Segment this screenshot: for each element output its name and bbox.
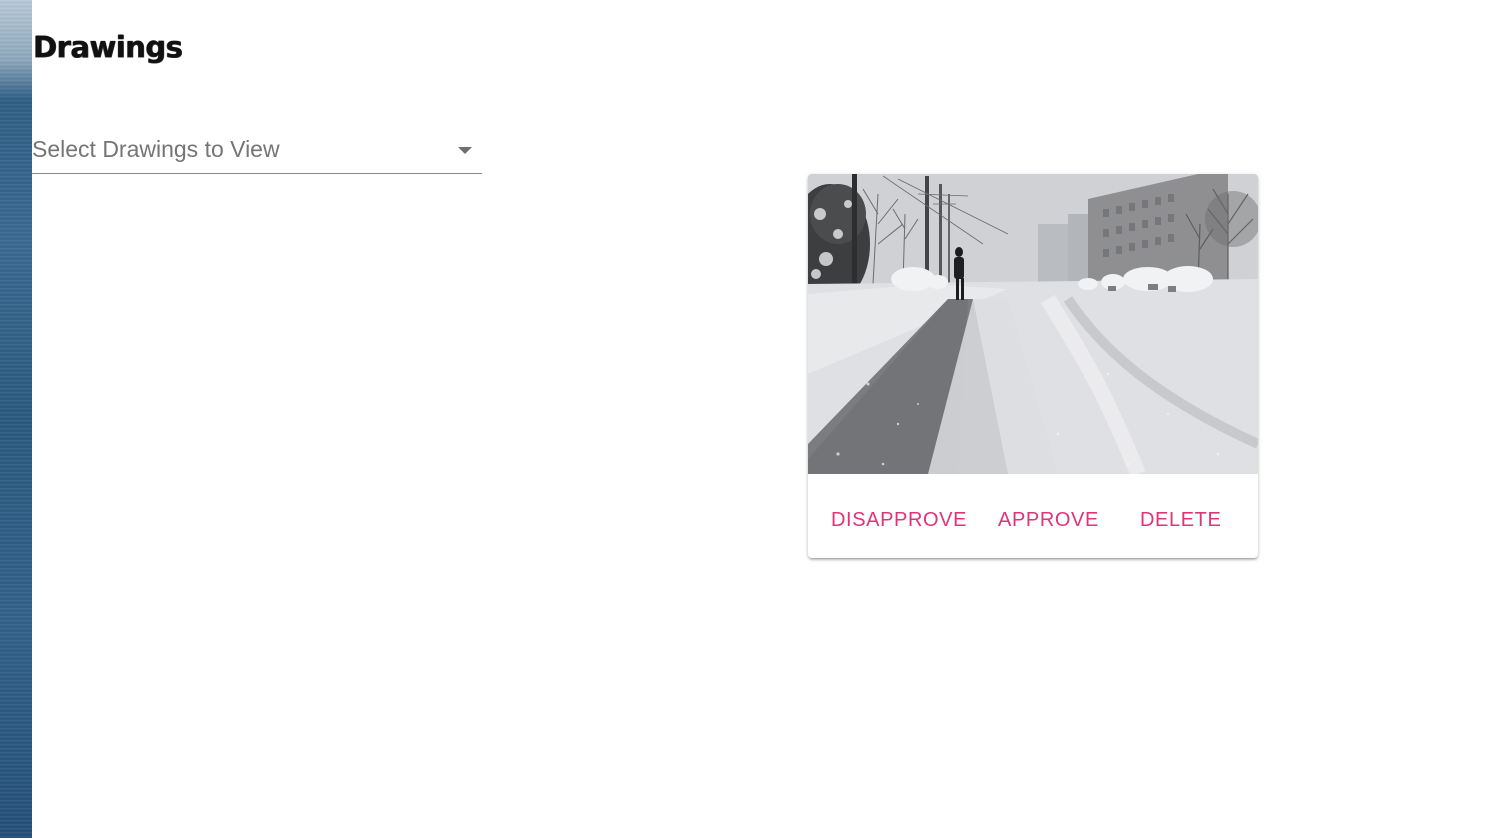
snowy-street-photo [808,174,1258,474]
page: Drawings Select Drawings to View DISAPPR… [0,0,1490,838]
chevron-down-icon[interactable] [458,147,472,154]
disapprove-button[interactable]: DISAPPROVE [831,496,967,544]
drawing-card: DISAPPROVE APPROVE DELETE [808,174,1258,558]
ocean-background-strip [0,0,32,838]
card-actions: DISAPPROVE APPROVE DELETE [808,474,1258,558]
page-title: Drawings [33,30,183,64]
drawing-image[interactable] [808,174,1258,474]
drawings-select[interactable]: Select Drawings to View [32,130,482,174]
drawings-select-placeholder: Select Drawings to View [32,136,280,162]
delete-button[interactable]: DELETE [1140,496,1221,544]
approve-button[interactable]: APPROVE [998,496,1099,544]
